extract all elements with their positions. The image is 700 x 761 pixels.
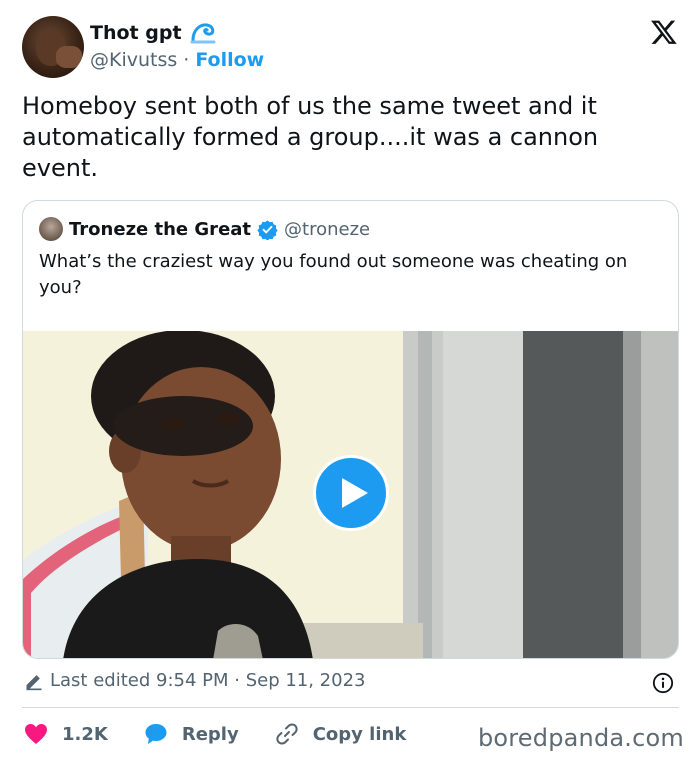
follow-button[interactable]: Follow	[195, 49, 264, 71]
reply-label: Reply	[181, 723, 239, 745]
edited-info[interactable]: Last edited 9:54 PM · Sep 11, 2023	[24, 670, 366, 691]
speech-bubble-icon	[145, 724, 167, 744]
quoted-tweet-card[interactable]: Troneze the Great @troneze What’s the cr…	[22, 200, 679, 659]
link-icon	[276, 723, 298, 745]
action-bar: 1.2K Reply Copy link	[24, 722, 442, 746]
quoted-author-avatar[interactable]	[39, 217, 63, 241]
heart-icon	[25, 724, 47, 744]
quoted-tweet-text: What’s the craziest way you found out so…	[39, 251, 628, 298]
info-icon[interactable]	[652, 672, 674, 694]
copy-link-button[interactable]: Copy link	[275, 722, 407, 746]
author-handle[interactable]: @Kivutss	[90, 49, 177, 71]
quoted-tweet-header: Troneze the Great @troneze	[39, 217, 370, 241]
quoted-author-name[interactable]: Troneze the Great	[69, 219, 251, 240]
like-button[interactable]: 1.2K	[24, 723, 108, 745]
play-icon	[342, 478, 368, 508]
wave-icon	[190, 23, 216, 44]
tweet-header: Thot gpt @Kivutss · Follow	[22, 16, 678, 78]
reply-button[interactable]: Reply	[144, 722, 239, 746]
author-handle-row: @Kivutss · Follow	[90, 49, 264, 71]
avatar-hand	[56, 46, 82, 68]
pencil-icon	[26, 674, 42, 690]
author-display-name[interactable]: Thot gpt	[90, 22, 182, 44]
tweet-body-text: Homeboy sent both of us the same tweet a…	[22, 92, 599, 182]
quoted-video-thumbnail[interactable]	[23, 331, 678, 658]
edited-timestamp: Last edited 9:54 PM · Sep 11, 2023	[50, 670, 366, 691]
verified-badge-icon	[257, 219, 278, 240]
like-count: 1.2K	[62, 723, 108, 745]
watermark: boredpanda.com	[477, 724, 684, 752]
author-avatar[interactable]	[22, 16, 84, 78]
play-button[interactable]	[313, 455, 389, 531]
quoted-author-handle[interactable]: @troneze	[284, 219, 370, 240]
x-logo-icon[interactable]	[650, 18, 678, 46]
handle-separator: ·	[183, 49, 190, 71]
copy-link-label: Copy link	[312, 723, 407, 745]
divider	[22, 707, 679, 708]
author-name-row: Thot gpt	[90, 22, 216, 44]
